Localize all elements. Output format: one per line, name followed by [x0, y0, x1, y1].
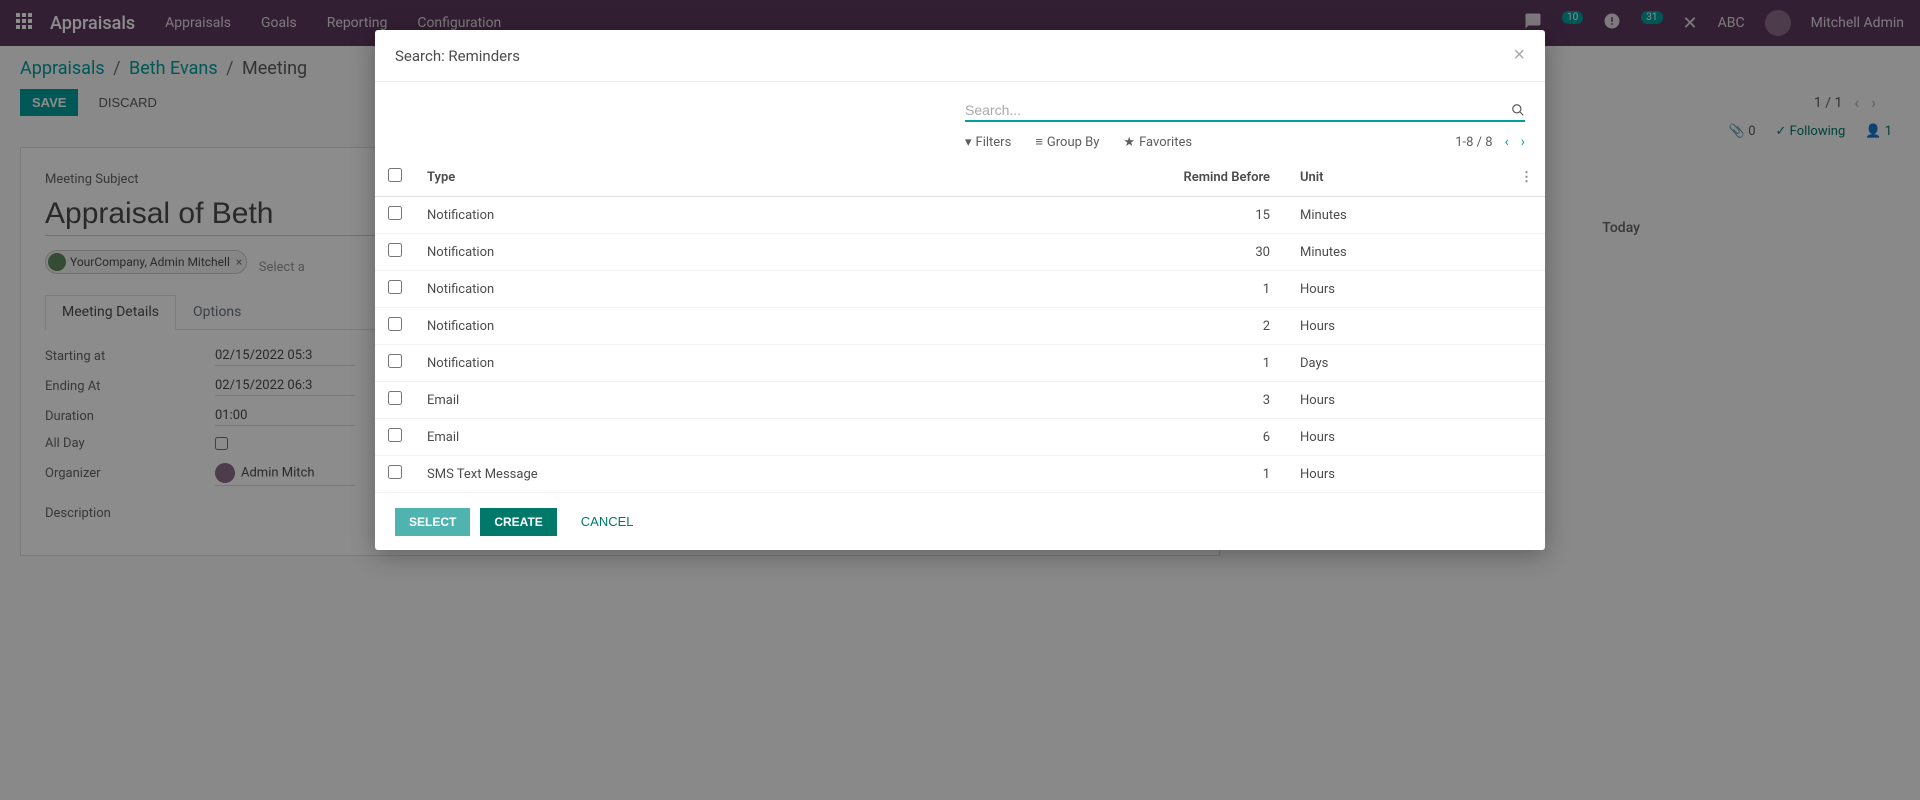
cell-remind: 1 [1148, 271, 1288, 308]
modal-close-button[interactable]: × [1513, 44, 1525, 67]
cell-type: Notification [415, 271, 1148, 308]
row-checkbox[interactable] [388, 243, 402, 257]
cell-type: Email [415, 382, 1148, 419]
filter-icon: ▾ [965, 135, 972, 150]
col-unit[interactable]: Unit [1288, 158, 1508, 197]
groupby-button[interactable]: ≡ Group By [1035, 134, 1099, 150]
cell-type: Notification [415, 234, 1148, 271]
table-row[interactable]: Email6Hours [375, 419, 1545, 456]
search-icon[interactable] [1511, 103, 1525, 117]
star-icon: ★ [1123, 135, 1135, 150]
cell-remind: 2 [1148, 308, 1288, 345]
reminders-table: Type Remind Before Unit ⋮ Notification15… [375, 158, 1545, 493]
cell-remind: 1 [1148, 456, 1288, 493]
table-row[interactable]: SMS Text Message1Hours [375, 456, 1545, 493]
cell-unit: Hours [1288, 382, 1508, 419]
cell-type: Notification [415, 197, 1148, 234]
search-input[interactable] [965, 102, 1511, 118]
cell-remind: 15 [1148, 197, 1288, 234]
cell-unit: Days [1288, 345, 1508, 382]
create-button[interactable]: CREATE [480, 508, 556, 536]
modal-pager-text: 1-8 / 8 [1455, 135, 1492, 150]
list-icon: ≡ [1035, 134, 1043, 150]
row-checkbox[interactable] [388, 317, 402, 331]
cell-unit: Hours [1288, 271, 1508, 308]
cell-unit: Minutes [1288, 234, 1508, 271]
col-remind[interactable]: Remind Before [1148, 158, 1288, 197]
cell-unit: Hours [1288, 419, 1508, 456]
cell-type: Email [415, 419, 1148, 456]
cell-remind: 30 [1148, 234, 1288, 271]
table-row[interactable]: Notification15Minutes [375, 197, 1545, 234]
table-row[interactable]: Email3Hours [375, 382, 1545, 419]
cell-remind: 1 [1148, 345, 1288, 382]
modal-pager-next-icon[interactable]: › [1521, 134, 1525, 150]
cell-type: SMS Text Message [415, 456, 1148, 493]
cell-remind: 6 [1148, 419, 1288, 456]
cell-type: Notification [415, 345, 1148, 382]
select-all-checkbox[interactable] [388, 168, 402, 182]
search-reminders-modal: Search: Reminders × ▾ Filters ≡ Group By [375, 30, 1545, 550]
filters-button[interactable]: ▾ Filters [965, 135, 1011, 150]
table-row[interactable]: Notification2Hours [375, 308, 1545, 345]
cell-type: Notification [415, 308, 1148, 345]
favorites-button[interactable]: ★ Favorites [1123, 135, 1192, 150]
col-type[interactable]: Type [415, 158, 1148, 197]
row-checkbox[interactable] [388, 391, 402, 405]
modal-title: Search: Reminders [395, 47, 520, 65]
cell-unit: Hours [1288, 308, 1508, 345]
modal-pager-prev-icon[interactable]: ‹ [1505, 134, 1509, 150]
table-row[interactable]: Notification1Hours [375, 271, 1545, 308]
table-row[interactable]: Notification30Minutes [375, 234, 1545, 271]
row-checkbox[interactable] [388, 280, 402, 294]
select-button[interactable]: SELECT [395, 508, 470, 536]
cancel-button[interactable]: CANCEL [567, 507, 648, 536]
table-row[interactable]: Notification1Days [375, 345, 1545, 382]
row-checkbox[interactable] [388, 428, 402, 442]
cell-remind: 3 [1148, 382, 1288, 419]
row-checkbox[interactable] [388, 206, 402, 220]
cell-unit: Minutes [1288, 197, 1508, 234]
table-options-icon[interactable]: ⋮ [1508, 158, 1545, 197]
row-checkbox[interactable] [388, 465, 402, 479]
cell-unit: Hours [1288, 456, 1508, 493]
row-checkbox[interactable] [388, 354, 402, 368]
